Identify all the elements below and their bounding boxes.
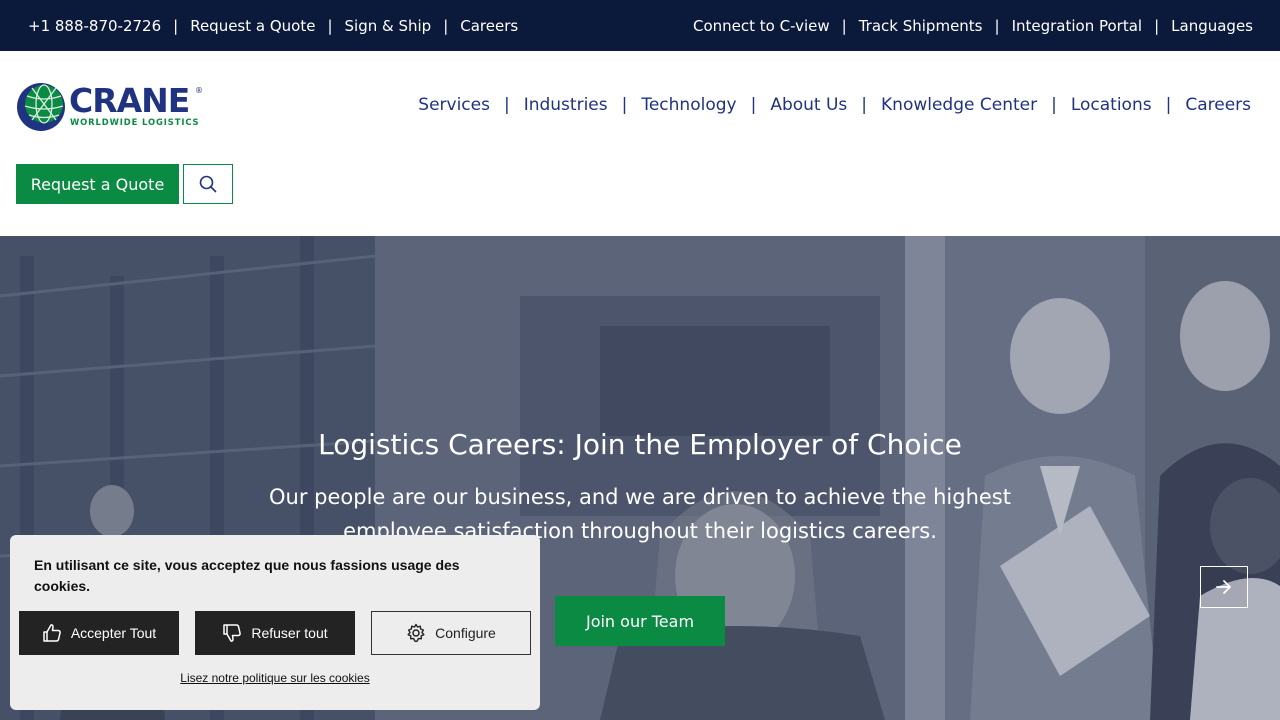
request-quote-button[interactable]: Request a Quote xyxy=(16,164,179,204)
thumbs-up-icon xyxy=(43,624,61,642)
separator: | xyxy=(1051,95,1057,115)
accept-all-button[interactable]: Accepter Tout xyxy=(19,611,179,655)
nav-careers[interactable]: Careers xyxy=(1185,95,1251,115)
phone-link[interactable]: +1 888-870-2726 xyxy=(28,17,161,35)
integration-portal-link[interactable]: Integration Portal xyxy=(1012,17,1143,35)
configure-button[interactable]: Configure xyxy=(371,611,531,655)
separator: | xyxy=(443,16,449,35)
top-request-quote-link[interactable]: Request a Quote xyxy=(190,17,315,35)
logo-registered-mark: ® xyxy=(195,86,203,95)
nav-locations[interactable]: Locations xyxy=(1071,95,1152,115)
top-utility-bar: +1 888-870-2726 | Request a Quote | Sign… xyxy=(0,0,1280,51)
crane-logo[interactable]: CRANE ® WORLDWIDE LOGISTICS xyxy=(16,82,206,132)
separator: | xyxy=(841,16,847,35)
separator: | xyxy=(750,95,757,115)
separator: | xyxy=(861,95,868,115)
nav-services[interactable]: Services xyxy=(418,95,490,115)
carousel-next-button[interactable] xyxy=(1200,566,1248,608)
separator: | xyxy=(173,16,179,35)
cookie-consent-banner: En utilisant ce site, vous acceptez que … xyxy=(10,535,540,710)
separator: | xyxy=(994,16,1000,35)
refuse-all-label: Refuser tout xyxy=(251,625,328,641)
arrow-right-icon xyxy=(1216,580,1231,594)
top-careers-link[interactable]: Careers xyxy=(460,17,518,35)
gear-icon xyxy=(407,623,425,643)
site-header: CRANE ® WORLDWIDE LOGISTICS Services | I… xyxy=(0,51,1280,236)
thumbs-down-icon xyxy=(223,624,242,642)
nav-knowledge-center[interactable]: Knowledge Center xyxy=(881,95,1037,115)
separator: | xyxy=(327,16,333,35)
top-left-links: +1 888-870-2726 | Request a Quote | Sign… xyxy=(28,0,518,51)
accept-all-label: Accepter Tout xyxy=(70,625,157,641)
separator: | xyxy=(621,95,628,115)
nav-industries[interactable]: Industries xyxy=(524,95,608,115)
nav-technology[interactable]: Technology xyxy=(641,95,736,115)
cookie-policy-link[interactable]: Lisez notre politique sur les cookies xyxy=(10,671,540,685)
hero-title: Logistics Careers: Join the Employer of … xyxy=(318,428,962,461)
separator: | xyxy=(503,95,510,115)
separator: | xyxy=(1154,16,1160,35)
languages-link[interactable]: Languages xyxy=(1171,17,1253,35)
search-button[interactable] xyxy=(183,164,233,204)
search-icon xyxy=(199,175,217,193)
configure-label: Configure xyxy=(435,625,496,641)
cookie-message: En utilisant ce site, vous acceptez que … xyxy=(34,557,460,594)
refuse-all-button[interactable]: Refuser tout xyxy=(195,611,355,655)
top-right-links: Connect to C-view | Track Shipments | In… xyxy=(693,0,1253,51)
join-team-button[interactable]: Join our Team xyxy=(555,596,725,646)
cview-link[interactable]: Connect to C-view xyxy=(693,17,830,35)
main-navigation: Services | Industries | Technology | Abo… xyxy=(418,95,1251,115)
track-shipments-link[interactable]: Track Shipments xyxy=(859,17,983,35)
logo-wordmark: CRANE xyxy=(69,81,190,120)
sign-ship-link[interactable]: Sign & Ship xyxy=(345,17,432,35)
nav-about-us[interactable]: About Us xyxy=(770,95,847,115)
logo-tagline: WORLDWIDE LOGISTICS xyxy=(70,117,200,127)
separator: | xyxy=(1165,95,1172,115)
globe-logo-icon xyxy=(17,83,65,131)
